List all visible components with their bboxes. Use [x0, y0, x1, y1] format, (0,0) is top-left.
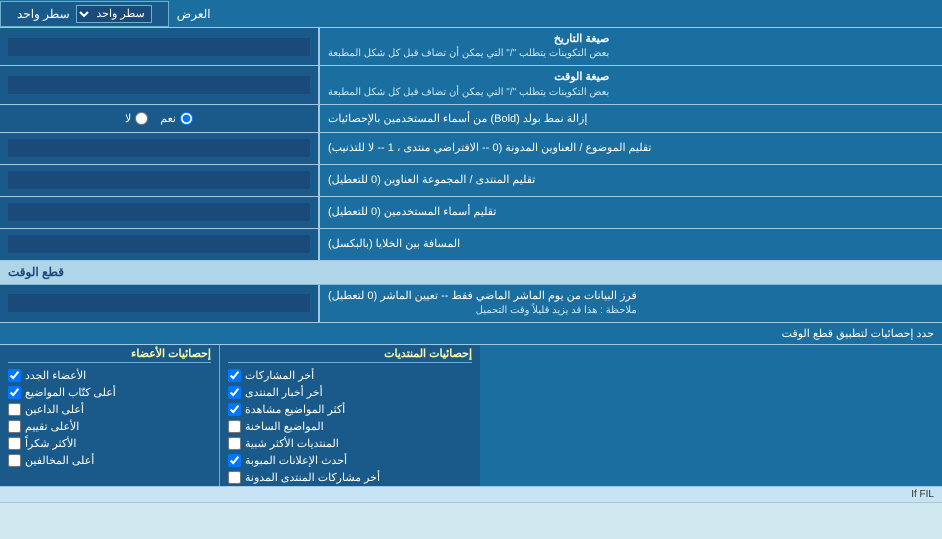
cb-hot-topics[interactable] [228, 420, 241, 433]
bold-radio-row: إزالة نمط بولد (Bold) من أسماء المستخدمي… [0, 105, 942, 133]
cb-item: الأعلى تقييم [8, 420, 211, 433]
cutoff-row: فرز البيانات من يوم الماشر الماضي فقط --… [0, 285, 942, 323]
display-mode-box: سطر واحد سطرين ثلاثة أسطر سطر واحد [0, 1, 169, 27]
time-format-label: صيغة الوقت بعض التكوينات يتطلب "/" التي … [320, 66, 942, 103]
bottom-note: If FIL [0, 487, 942, 503]
forum-trim-input-wrapper: 33 [0, 165, 320, 196]
radio-yes[interactable] [180, 112, 193, 125]
bold-radio-label: إزالة نمط بولد (Bold) من أسماء المستخدمي… [320, 105, 942, 132]
date-format-label: صيغة التاريخ بعض التكوينات يتطلب "/" الت… [320, 28, 942, 65]
cb-latest-posts[interactable] [228, 369, 241, 382]
header-row: العرض سطر واحد سطرين ثلاثة أسطر سطر واحد [0, 0, 942, 28]
time-format-input[interactable]: H:i [8, 76, 310, 94]
cutoff-input-wrapper: 0 [0, 285, 320, 322]
date-format-input-wrapper: d-m [0, 28, 320, 65]
checkboxes-section: إحصائيات المنتديات أخر المشاركات أخر أخب… [0, 345, 942, 487]
checkbox-col-forums: إحصائيات المنتديات أخر المشاركات أخر أخب… [220, 345, 480, 486]
display-mode-label: سطر واحد [17, 7, 70, 21]
users-trim-label: تقليم أسماء المستخدمين (0 للتعطيل) [320, 197, 942, 228]
radio-yes-label[interactable]: نعم [160, 112, 193, 125]
cb-item: أعلى الداعين [8, 403, 211, 416]
cb-item: أعلى المخالفين [8, 454, 211, 467]
عرض-label: العرض [177, 7, 211, 21]
cb-item: المنتديات الأكثر شبية [228, 437, 472, 450]
cutoff-label: فرز البيانات من يوم الماشر الماضي فقط --… [320, 285, 942, 322]
topics-trim-row: تقليم الموضوع / العناوين المدونة (0 -- ا… [0, 133, 942, 165]
cell-padding-input[interactable]: 2 [8, 235, 310, 253]
cb-item: أخر المشاركات [228, 369, 472, 382]
cutoff-section-header: قطع الوقت [0, 261, 942, 285]
cb-most-viewed[interactable] [228, 403, 241, 416]
cb-most-similar[interactable] [228, 437, 241, 450]
users-trim-row: تقليم أسماء المستخدمين (0 للتعطيل) 0 [0, 197, 942, 229]
cell-padding-row: المسافة بين الخلايا (بالبكسل) 2 [0, 229, 942, 261]
date-format-row: صيغة التاريخ بعض التكوينات يتطلب "/" الت… [0, 28, 942, 66]
col1-header: إحصائيات المنتديات [228, 347, 472, 363]
radio-no-label[interactable]: لا [125, 112, 148, 125]
topics-trim-input[interactable]: 33 [8, 139, 310, 157]
time-format-input-wrapper: H:i [0, 66, 320, 103]
bold-radio-options: نعم لا [0, 105, 320, 132]
stats-label-row: حدد إحصائيات لتطبيق قطع الوقت [0, 323, 942, 345]
cb-item: المواضيع الساخنة [228, 420, 472, 433]
cb-top-violators[interactable] [8, 454, 21, 467]
cutoff-section-title: قطع الوقت [8, 265, 64, 279]
cb-item: أخر مشاركات المنتدى المدونة [228, 471, 472, 484]
cb-new-members[interactable] [8, 369, 21, 382]
time-format-row: صيغة الوقت بعض التكوينات يتطلب "/" التي … [0, 66, 942, 104]
cb-item: أحدث الإعلانات المبوبة [228, 454, 472, 467]
bottom-note-text: If FIL [911, 489, 934, 500]
cell-padding-input-wrapper: 2 [0, 229, 320, 260]
cb-item: أكثر المواضيع مشاهدة [228, 403, 472, 416]
cb-item: أخر أخبار المنتدى [228, 386, 472, 399]
checkbox-col-members: إحصائيات الأعضاء الأعضاء الجدد أعلى كتّا… [0, 345, 220, 486]
topics-trim-label: تقليم الموضوع / العناوين المدونة (0 -- ا… [320, 133, 942, 164]
cb-top-callers[interactable] [8, 403, 21, 416]
cb-most-thanks[interactable] [8, 437, 21, 450]
cb-highest-rated[interactable] [8, 420, 21, 433]
display-mode-select[interactable]: سطر واحد سطرين ثلاثة أسطر [76, 5, 152, 23]
col2-header: إحصائيات الأعضاء [8, 347, 211, 363]
cb-forum-blog-posts[interactable] [228, 471, 241, 484]
forum-trim-row: تقليم المنتدى / المجموعة العناوين (0 للت… [0, 165, 942, 197]
users-trim-input[interactable]: 0 [8, 203, 310, 221]
radio-no[interactable] [135, 112, 148, 125]
cell-padding-label: المسافة بين الخلايا (بالبكسل) [320, 229, 942, 260]
cb-forum-news[interactable] [228, 386, 241, 399]
date-format-input[interactable]: d-m [8, 38, 310, 56]
cb-item: أعلى كتّاب المواضيع [8, 386, 211, 399]
stats-label-text: حدد إحصائيات لتطبيق قطع الوقت [782, 328, 934, 340]
cb-latest-ads[interactable] [228, 454, 241, 467]
users-trim-input-wrapper: 0 [0, 197, 320, 228]
cutoff-input[interactable]: 0 [8, 294, 310, 312]
topics-trim-input-wrapper: 33 [0, 133, 320, 164]
main-container: العرض سطر واحد سطرين ثلاثة أسطر سطر واحد… [0, 0, 942, 503]
forum-trim-label: تقليم المنتدى / المجموعة العناوين (0 للت… [320, 165, 942, 196]
forum-trim-input[interactable]: 33 [8, 171, 310, 189]
cb-item: الأكثر شكراً [8, 437, 211, 450]
cb-top-writers[interactable] [8, 386, 21, 399]
cb-item: الأعضاء الجدد [8, 369, 211, 382]
stats-spacer [480, 345, 942, 486]
